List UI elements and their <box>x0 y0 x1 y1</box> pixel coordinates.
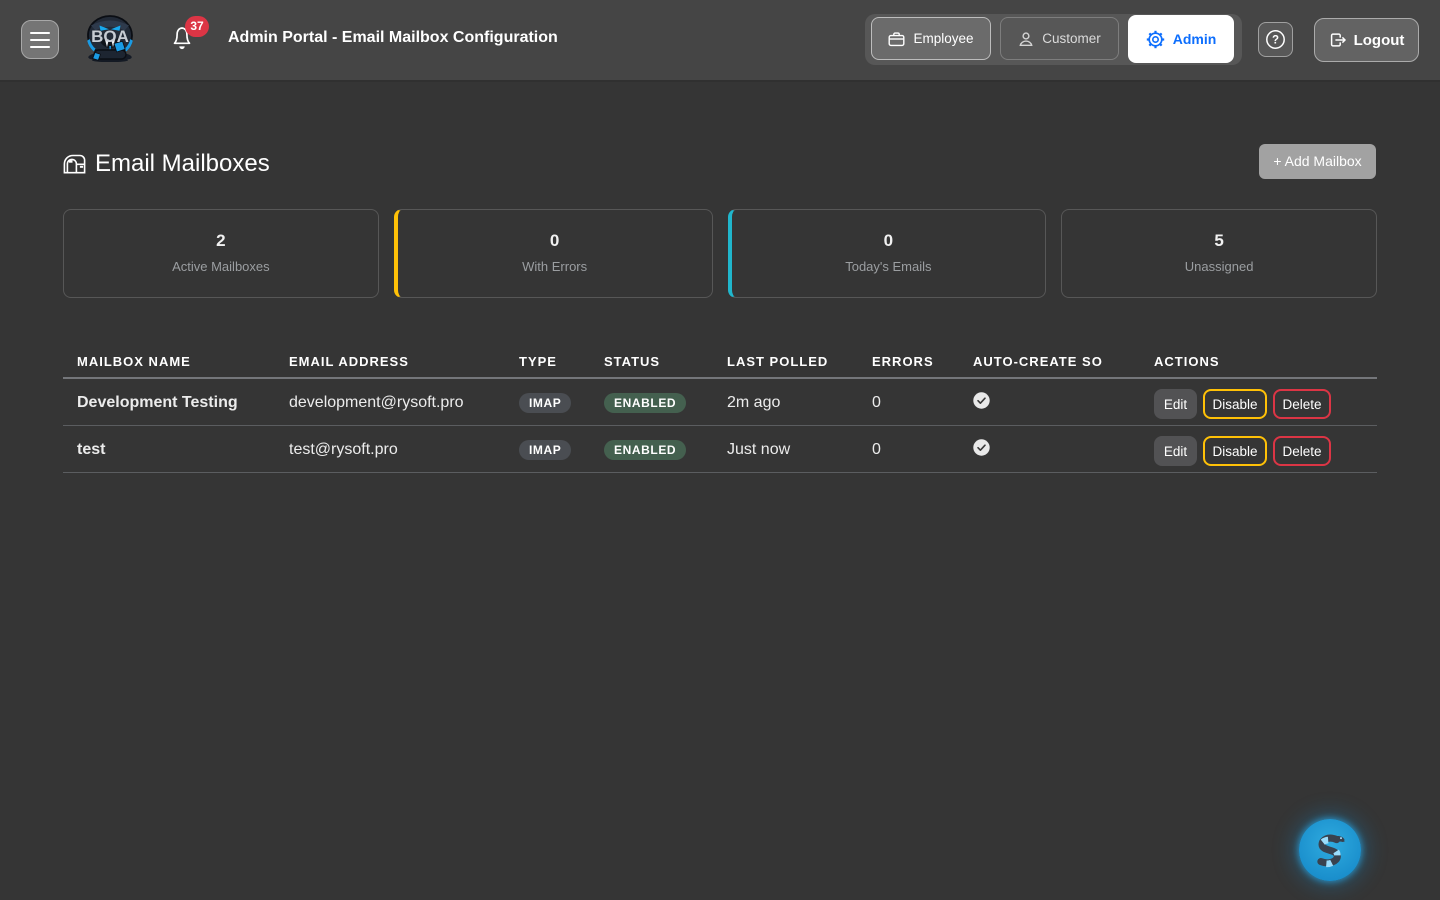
svg-text:BOA: BOA <box>91 27 129 46</box>
svg-text:?: ? <box>1272 35 1279 47</box>
